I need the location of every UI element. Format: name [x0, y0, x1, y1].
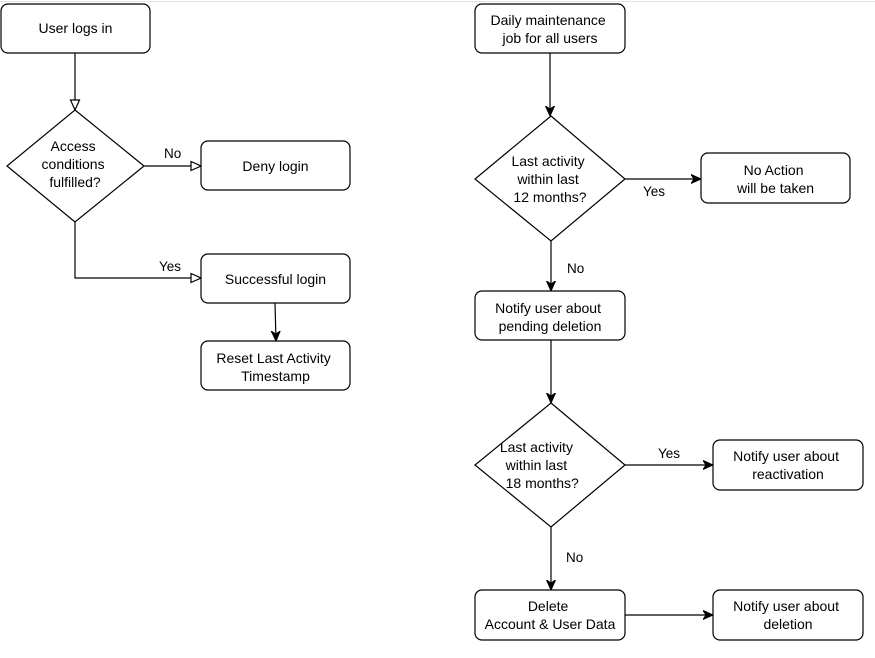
- node-delete-account[interactable]: Delete Account & User Data: [474, 589, 626, 641]
- node-label: User logs in: [39, 20, 113, 36]
- decision-access-conditions[interactable]: Access conditions fulfilled?: [6, 109, 145, 223]
- edge-access-check-to-success: [74, 222, 201, 278]
- node-no-action[interactable]: No Action will be taken: [700, 152, 851, 204]
- edge-success-to-reset: [275, 302, 276, 341]
- node-label: Deny login: [242, 158, 308, 174]
- node-label: Last activity within last 18 months?: [0, 0, 600, 491]
- flowchart-canvas: No Yes Yes No Yes No User logs in Access…: [0, 0, 864, 641]
- edge-label-yes: Yes: [159, 259, 181, 274]
- edge-label-yes: Yes: [643, 184, 665, 199]
- node-notify-reactivation[interactable]: Notify user about reactivation: [712, 439, 864, 491]
- edge-label-no: No: [164, 146, 181, 161]
- node-reset-timestamp[interactable]: Reset Last Activity Timestamp: [200, 340, 351, 391]
- edge-label-yes: Yes: [658, 446, 680, 461]
- node-successful-login[interactable]: Successful login: [200, 253, 351, 304]
- node-label: Successful login: [225, 271, 326, 287]
- node-deny-login[interactable]: Deny login: [200, 140, 351, 191]
- node-daily-maintenance-job[interactable]: Daily maintenance job for all users: [474, 3, 626, 54]
- node-user-logs-in[interactable]: User logs in: [0, 3, 151, 54]
- node-notify-pending-deletion[interactable]: Notify user about pending deletion: [474, 290, 626, 341]
- edge-label-no: No: [567, 261, 584, 276]
- decision-activity-12-months[interactable]: Last activity within last 12 months?: [474, 115, 626, 242]
- edge-label-no: No: [566, 550, 583, 565]
- node-label: Access conditions fulfilled?: [42, 138, 109, 190]
- node-label: Last activity within last 12 months?: [511, 153, 588, 205]
- node-notify-deletion[interactable]: Notify user about deletion: [712, 589, 864, 641]
